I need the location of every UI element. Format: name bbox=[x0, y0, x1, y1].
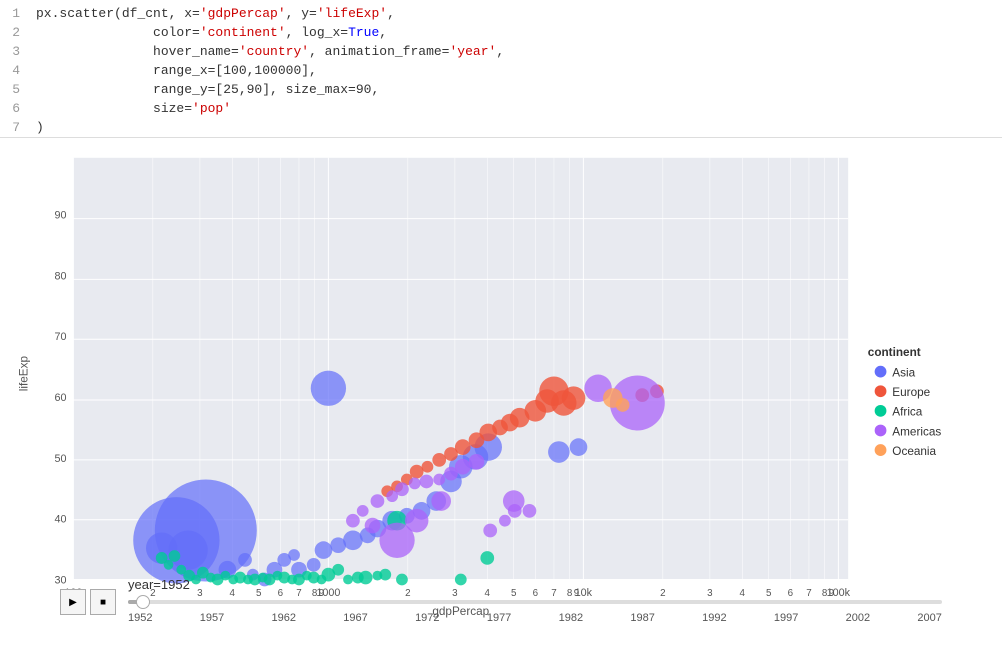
stop-button[interactable]: ■ bbox=[90, 589, 116, 615]
code-line-3: hover_name='country', animation_frame='y… bbox=[36, 42, 504, 61]
bubble-mexico bbox=[405, 509, 429, 533]
code-line-7: ) bbox=[36, 118, 504, 137]
svg-text:lifeExp: lifeExp bbox=[17, 355, 30, 391]
svg-text:80: 80 bbox=[55, 270, 67, 282]
svg-text:90: 90 bbox=[55, 210, 67, 222]
legend-asia-dot bbox=[875, 366, 887, 378]
svg-text:50: 50 bbox=[55, 453, 67, 465]
year-tick-1952: 1952 bbox=[128, 612, 152, 624]
code-line-2: color='continent', log_x=True, bbox=[36, 23, 504, 42]
bubble-americas11 bbox=[469, 454, 485, 470]
bubble-spain bbox=[562, 386, 586, 410]
play-button[interactable]: ▶ bbox=[60, 589, 86, 615]
bubble-africa3 bbox=[169, 550, 181, 562]
legend-americas-label: Americas bbox=[892, 425, 941, 438]
year-slider-container: year=1952 1952 1957 1962 1967 1972 1977 … bbox=[128, 577, 942, 624]
legend-oceania-dot bbox=[875, 444, 887, 456]
legend-title: continent bbox=[868, 346, 921, 359]
year-tick-1962: 1962 bbox=[272, 612, 296, 624]
legend-oceania-label: Oceania bbox=[892, 445, 936, 458]
year-tick-1967: 1967 bbox=[343, 612, 367, 624]
bubble-asia-sm7 bbox=[288, 549, 300, 561]
year-tick-2002: 2002 bbox=[846, 612, 870, 624]
bubble-argentina bbox=[431, 491, 451, 511]
legend-americas-dot bbox=[875, 425, 887, 437]
bubble-asia-sm10 bbox=[315, 541, 333, 559]
legend-africa-label: Africa bbox=[892, 406, 923, 419]
year-tick-1972: 1972 bbox=[415, 612, 439, 624]
legend-asia-label: Asia bbox=[892, 367, 915, 380]
year-ticks: 1952 1957 1962 1967 1972 1977 1982 1987 … bbox=[128, 612, 942, 624]
bubble-japan bbox=[311, 371, 346, 406]
controls-panel: ▶ ■ year=1952 1952 1957 1962 1967 1972 1… bbox=[0, 577, 1002, 657]
bubble-asia-sm2 bbox=[238, 553, 252, 567]
bubble-americas12 bbox=[483, 524, 497, 538]
slider-track[interactable] bbox=[128, 600, 942, 604]
slider-thumb[interactable] bbox=[136, 595, 150, 609]
line-numbers: 1 2 3 4 5 6 7 bbox=[0, 4, 28, 133]
bubble-libya bbox=[480, 551, 494, 565]
bubble-americas6 bbox=[409, 478, 421, 490]
bubble-americas5 bbox=[395, 482, 409, 496]
bubble-americas10 bbox=[455, 459, 471, 475]
year-tick-1992: 1992 bbox=[702, 612, 726, 624]
code-editor: 1 2 3 4 5 6 7 px.scatter(df_cnt, x='gdpP… bbox=[0, 0, 1002, 138]
bubble-nz bbox=[616, 398, 630, 412]
bubble-americas7 bbox=[420, 475, 434, 489]
legend-europe-label: Europe bbox=[892, 386, 930, 399]
bubble-saudi bbox=[570, 438, 588, 456]
code-line-4: range_x=[100,100000], bbox=[36, 61, 504, 80]
legend-africa-dot bbox=[875, 405, 887, 417]
bubble-africa2 bbox=[164, 560, 174, 570]
chart-area: 30 40 50 60 70 80 90 lifeExp 100 2 3 4 5… bbox=[0, 138, 1002, 657]
svg-text:70: 70 bbox=[55, 331, 67, 343]
bubble-kuwait bbox=[548, 441, 570, 463]
code-line-1: px.scatter(df_cnt, x='gdpPercap', y='lif… bbox=[36, 4, 504, 23]
bubble-americas2 bbox=[357, 505, 369, 517]
year-tick-1957: 1957 bbox=[200, 612, 224, 624]
bubble-americas15 bbox=[523, 504, 537, 518]
code-line-5: range_y=[25,90], size_max=90, bbox=[36, 80, 504, 99]
year-tick-1977: 1977 bbox=[487, 612, 511, 624]
bubble-europe5 bbox=[469, 432, 485, 448]
svg-text:40: 40 bbox=[55, 514, 67, 526]
bubble-americas3 bbox=[371, 494, 385, 508]
code-content: px.scatter(df_cnt, x='gdpPercap', y='lif… bbox=[28, 4, 512, 133]
bubble-colombia bbox=[365, 518, 381, 534]
bubble-europe7 bbox=[444, 447, 458, 461]
year-tick-1987: 1987 bbox=[630, 612, 654, 624]
year-tick-2007: 2007 bbox=[917, 612, 941, 624]
playback-controls: ▶ ■ bbox=[60, 589, 116, 615]
legend-europe-dot bbox=[875, 385, 887, 397]
bubble-americas8 bbox=[433, 474, 445, 486]
bubble-africa25 bbox=[332, 564, 344, 576]
bubble-asia-sm12 bbox=[343, 530, 363, 550]
year-tick-1982: 1982 bbox=[559, 612, 583, 624]
code-line-6: size='pop' bbox=[36, 99, 504, 118]
year-tick-1997: 1997 bbox=[774, 612, 798, 624]
bubble-americas1 bbox=[346, 514, 360, 528]
bubble-asia-sm9 bbox=[307, 558, 321, 572]
year-label: year=1952 bbox=[128, 577, 942, 592]
svg-text:60: 60 bbox=[55, 392, 67, 404]
bubble-americas13 bbox=[499, 515, 511, 527]
bubble-europe8 bbox=[432, 453, 446, 467]
bubble-venezuela bbox=[503, 490, 525, 512]
